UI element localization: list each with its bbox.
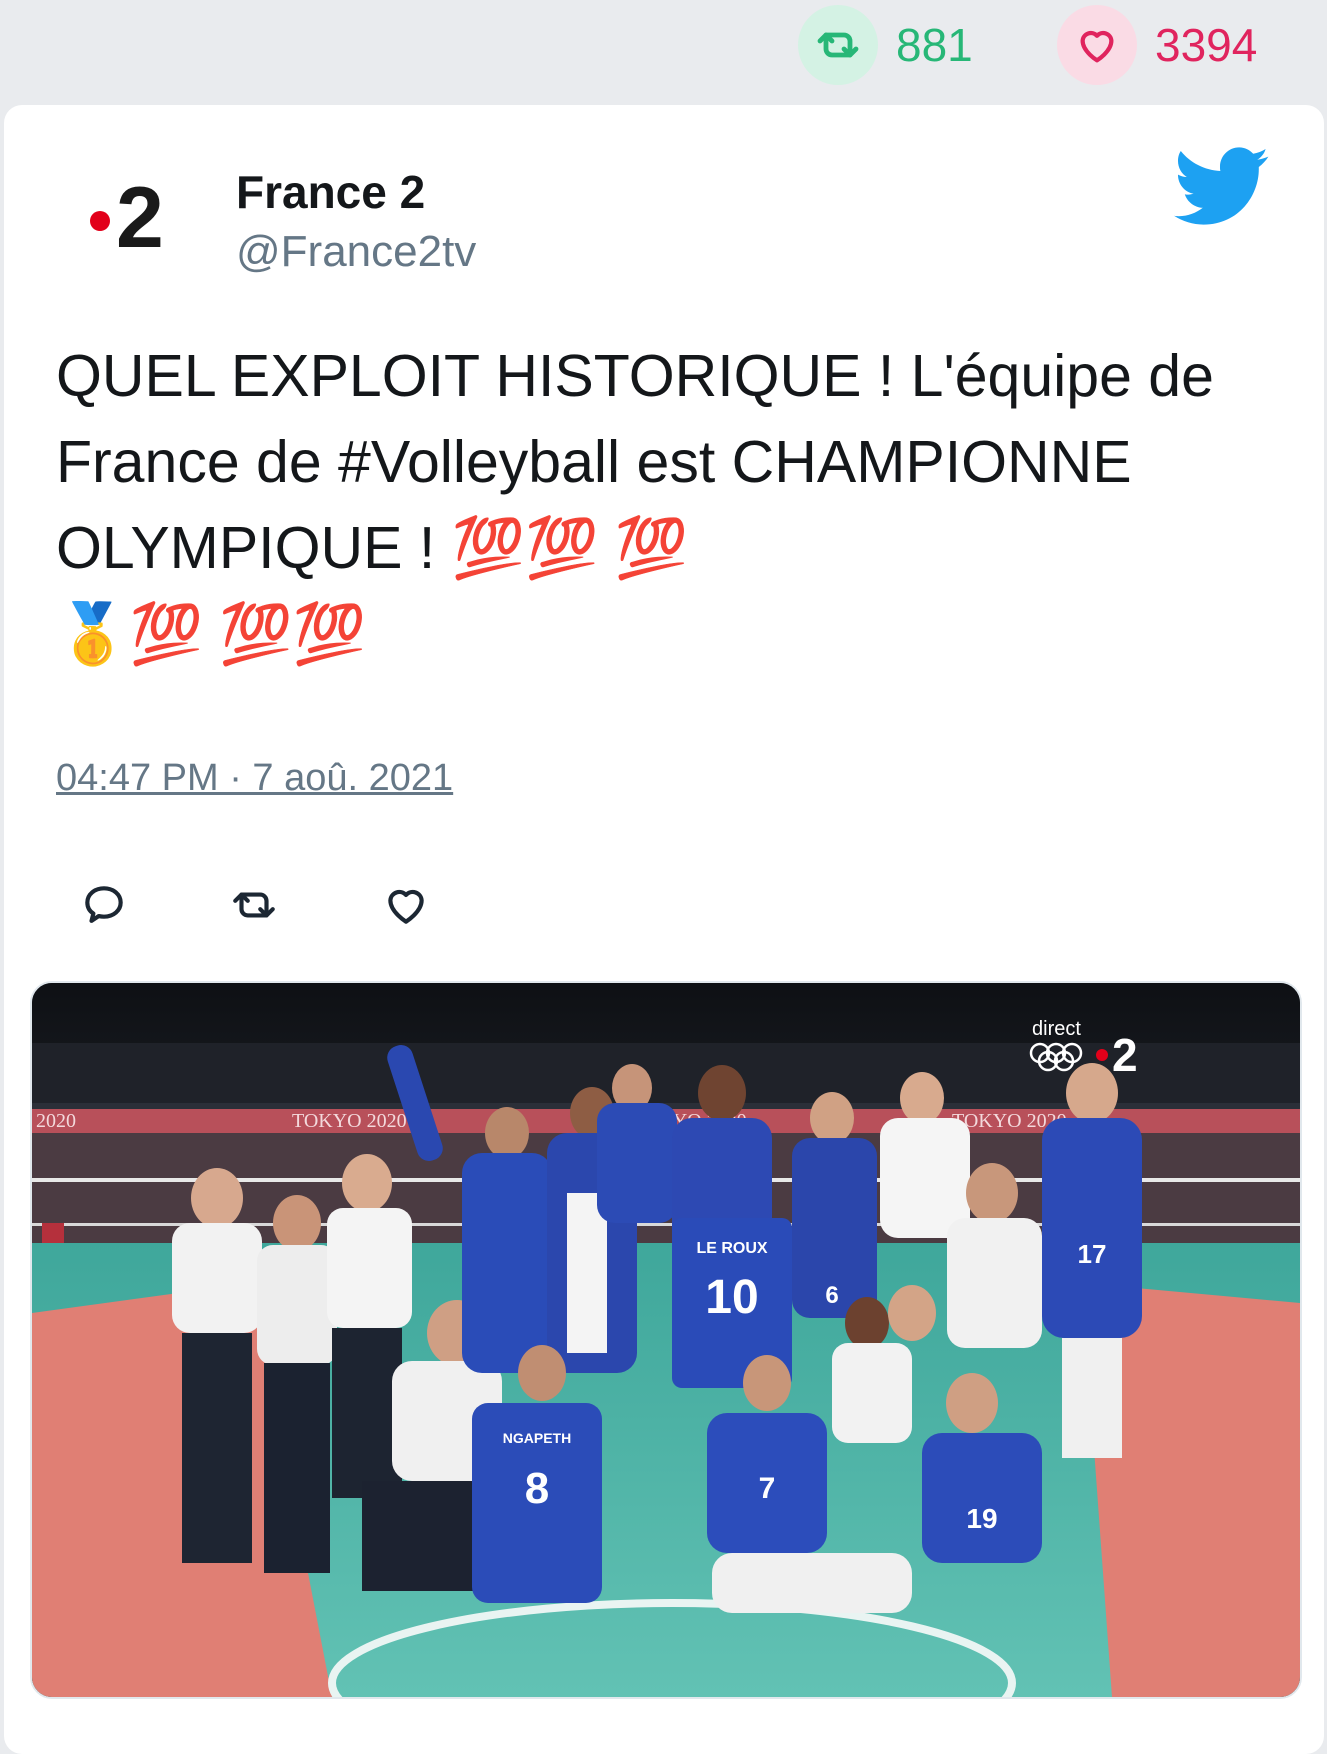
like-action-icon[interactable]	[376, 875, 436, 935]
jersey-number-6: 6	[825, 1282, 838, 1309]
banner-text-2: TOKYO 2020	[292, 1110, 407, 1132]
twitter-bird-icon[interactable]	[1174, 147, 1270, 227]
tweet-text: QUEL EXPLOIT HISTORIQUE ! L'équipe de Fr…	[56, 343, 1214, 667]
like-stat[interactable]: 3394	[1057, 4, 1257, 86]
tweet-media-photo[interactable]: 2020 TOKYO 2020 TOKYO 2020 TOKYO 2020	[30, 981, 1302, 1699]
like-count: 3394	[1155, 19, 1258, 71]
retweet-action-icon[interactable]	[224, 875, 284, 935]
reply-icon[interactable]	[74, 875, 134, 935]
tweet-timestamp[interactable]: 04:47 PM · 7 aoû. 2021	[56, 757, 453, 800]
jersey-number-7: 7	[759, 1472, 776, 1505]
jersey-number-17: 17	[1078, 1239, 1107, 1269]
banner-text-1: 2020	[36, 1110, 76, 1132]
author-handle[interactable]: @France2tv	[236, 227, 476, 277]
jersey-number-10: 10	[705, 1271, 758, 1324]
jersey-number-8: 8	[525, 1464, 549, 1513]
channel-number: 2	[1112, 1029, 1138, 1081]
avatar-text: 2	[116, 170, 164, 266]
jersey-number-19: 19	[966, 1503, 997, 1534]
retweet-stat[interactable]: 881	[798, 4, 973, 86]
heart-icon[interactable]	[1057, 5, 1137, 85]
author-name[interactable]: France 2	[236, 165, 425, 219]
france2-logo: 2	[90, 170, 164, 266]
broadcast-label: direct	[1032, 1018, 1081, 1040]
avatar[interactable]: 2	[60, 163, 196, 275]
tweet-card: 2 France 2 @France2tv QUEL EXPLOIT HISTO…	[4, 105, 1324, 1754]
retweet-icon[interactable]	[798, 5, 878, 85]
jersey-name-le-roux: LE ROUX	[696, 1240, 767, 1257]
tweet-stats-bar: 881 3394	[0, 0, 1327, 100]
retweet-count: 881	[896, 19, 973, 71]
jersey-name-ngapeth: NGAPETH	[503, 1430, 571, 1446]
